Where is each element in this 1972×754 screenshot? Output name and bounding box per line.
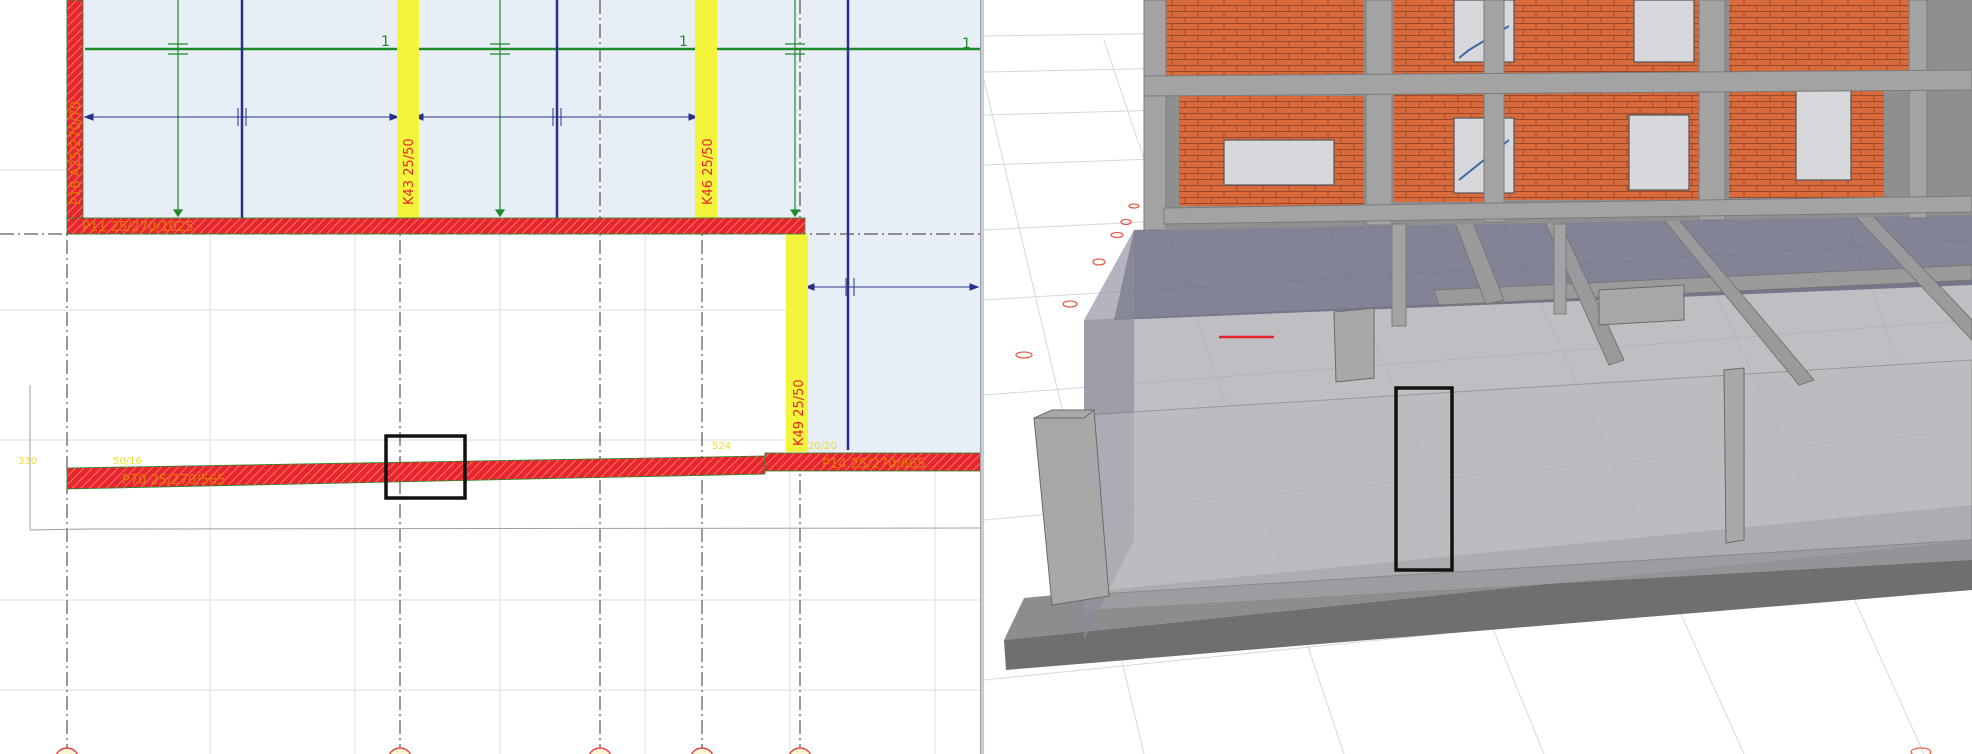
grid-mark-1: 1 [381, 34, 390, 50]
label-p14: P14 25/270/665 [822, 457, 925, 472]
floor-plan-viewport[interactable]: 1 1 1 P16 A25/270/70 K43 25/50 K46 25/50… [0, 0, 980, 754]
label-k49: K49 25/50 [792, 379, 807, 446]
axis-bubble [388, 747, 412, 754]
upper-slab[interactable] [68, 0, 980, 222]
right-slab[interactable] [806, 222, 980, 454]
3d-model-viewport[interactable] [984, 0, 1972, 754]
axis-bubbles[interactable] [55, 747, 812, 754]
label-p11: P11 25/270/1025 [82, 220, 194, 235]
axis-bubble [588, 747, 612, 754]
axis-bubble [55, 747, 79, 754]
dim-524: 524 [712, 441, 731, 452]
3d-model-canvas[interactable] [984, 0, 1972, 754]
grid-mark-3: 1 [962, 36, 971, 52]
dim-k49: 20/20 [808, 441, 837, 452]
dim-left: 330 [18, 456, 37, 467]
floor-plan-canvas[interactable]: 1 1 1 P16 A25/270/70 K43 25/50 K46 25/50… [0, 0, 980, 754]
label-k43: K43 25/50 [402, 138, 417, 205]
label-p70: P70 25/270/565 [122, 473, 225, 488]
label-k46: K46 25/50 [701, 138, 716, 205]
grid-mark-2: 1 [679, 34, 688, 50]
axis-bubble [690, 747, 714, 754]
axis-bubble [788, 747, 812, 754]
label-p16: P16 A25/270/70 [69, 101, 84, 205]
dim-mid: 50/16 [113, 456, 142, 467]
